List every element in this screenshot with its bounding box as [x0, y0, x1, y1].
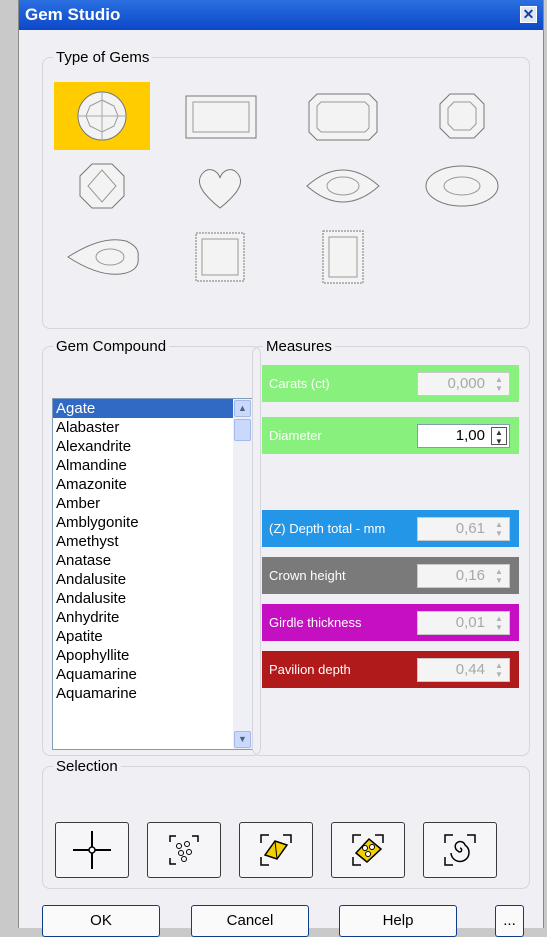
- crosshair-select-button[interactable]: [55, 822, 129, 878]
- single-gem-select-button[interactable]: [239, 822, 313, 878]
- measure-label: Diameter: [269, 428, 322, 443]
- measure-spinbox: 0,44 ▲ ▼: [417, 658, 510, 682]
- more-button[interactable]: ...: [495, 905, 524, 937]
- gem-type-pear[interactable]: [54, 223, 150, 291]
- list-item[interactable]: Apophyllite: [53, 646, 252, 665]
- list-scrollbar[interactable]: ▲ ▼: [233, 399, 252, 749]
- spiral-select-button[interactable]: [423, 822, 497, 878]
- gem-type-radiant-rectangle[interactable]: [295, 223, 391, 291]
- gem-compound-legend: Gem Compound: [56, 338, 167, 355]
- list-item[interactable]: Agate: [53, 399, 252, 418]
- list-item[interactable]: Amazonite: [53, 475, 252, 494]
- ok-button[interactable]: OK: [42, 905, 160, 937]
- measure-row-3: Crown height 0,16 ▲ ▼: [262, 557, 519, 594]
- spiral-select-icon: [444, 834, 476, 866]
- spin-arrows-icon: ▲ ▼: [495, 614, 503, 632]
- radiant-rectangle-gem-icon: [322, 230, 364, 284]
- title-bar: Gem Studio ✕: [19, 0, 543, 30]
- spin-arrows-icon: ▲ ▼: [495, 661, 503, 679]
- marquise-gem-icon: [306, 169, 380, 203]
- measure-spinbox: 0,61 ▲ ▼: [417, 517, 510, 541]
- heart-gem-icon: [198, 169, 242, 209]
- measure-label: Girdle thickness: [269, 615, 362, 630]
- list-item[interactable]: Anatase: [53, 551, 252, 570]
- measure-label: (Z) Depth total - mm: [269, 521, 386, 536]
- measures-legend: Measures: [266, 338, 332, 355]
- close-icon[interactable]: ✕: [520, 6, 537, 23]
- gem-type-octagon-emerald-cut[interactable]: [295, 82, 391, 150]
- octagon-emerald-cut-gem-icon: [308, 93, 378, 141]
- round-gem-icon: [77, 91, 127, 141]
- measure-row-0: Carats (ct) 0,000 ▲ ▼: [262, 365, 519, 402]
- measure-row-2: (Z) Depth total - mm 0,61 ▲ ▼: [262, 510, 519, 547]
- measure-value: 0,61: [455, 520, 485, 537]
- octagon-brilliant-gem-icon: [79, 163, 125, 209]
- gem-type-round[interactable]: [54, 82, 150, 150]
- pear-gem-icon: [67, 239, 139, 275]
- emerald-cut-rectangle-gem-icon: [185, 95, 257, 139]
- measure-spinbox: 0,000 ▲ ▼: [417, 372, 510, 396]
- measure-value: 0,01: [455, 614, 485, 631]
- princess-square-gem-icon: [195, 232, 245, 282]
- spin-arrows-icon[interactable]: ▲ ▼: [491, 427, 507, 446]
- list-item[interactable]: Alexandrite: [53, 437, 252, 456]
- measure-value[interactable]: 1,00: [456, 425, 485, 447]
- scroll-thumb[interactable]: [234, 419, 251, 441]
- cancel-button[interactable]: Cancel: [191, 905, 309, 937]
- list-item[interactable]: Alabaster: [53, 418, 252, 437]
- spin-arrows-icon: ▲ ▼: [495, 375, 503, 393]
- compound-listbox[interactable]: Agate Alabaster Alexandrite Almandine Amazon…: [52, 398, 253, 750]
- measure-value: 0,44: [455, 661, 485, 678]
- list-item[interactable]: Amber: [53, 494, 252, 513]
- chevron-down-icon[interactable]: ▼: [234, 731, 251, 748]
- asscher-octagon-gem-icon: [439, 93, 485, 139]
- measure-label: Pavilion depth: [269, 662, 351, 677]
- list-item[interactable]: Amblygonite: [53, 513, 252, 532]
- scatter-dots-select-icon: [169, 835, 199, 865]
- list-item[interactable]: Apatite: [53, 627, 252, 646]
- measure-row-5: Pavilion depth 0,44 ▲ ▼: [262, 651, 519, 688]
- window-title: Gem Studio: [25, 5, 121, 24]
- list-item[interactable]: Aquamarine: [53, 684, 252, 703]
- gem-type-heart[interactable]: [172, 152, 268, 220]
- measure-spinbox: 0,16 ▲ ▼: [417, 564, 510, 588]
- single-gem-select-icon: [260, 834, 292, 866]
- gem-studio-window: Gem Studio ✕ Type of Gems Gem Compound A…: [18, 0, 544, 937]
- help-button[interactable]: Help: [339, 905, 457, 937]
- gem-type-legend: Type of Gems: [56, 49, 150, 66]
- multi-gem-select-icon: [352, 834, 384, 866]
- gem-type-asscher-octagon[interactable]: [414, 82, 510, 150]
- list-item[interactable]: Anhydrite: [53, 608, 252, 627]
- crosshair-select-icon: [73, 831, 111, 869]
- chevron-up-icon[interactable]: ▲: [234, 400, 251, 417]
- gem-type-princess-square[interactable]: [172, 223, 268, 291]
- measure-value: 0,000: [447, 375, 485, 392]
- gem-type-emerald-cut-rectangle[interactable]: [172, 82, 268, 150]
- measure-spinbox[interactable]: 1,00 ▲ ▼: [417, 424, 510, 448]
- scatter-select-button[interactable]: [147, 822, 221, 878]
- list-item[interactable]: Andalusite: [53, 570, 252, 589]
- list-item[interactable]: Almandine: [53, 456, 252, 475]
- dialog-body: Type of Gems Gem Compound Agate Alabaster…: [19, 30, 543, 937]
- gem-type-marquise[interactable]: [295, 152, 391, 220]
- measure-row-4: Girdle thickness 0,01 ▲ ▼: [262, 604, 519, 641]
- spin-arrows-icon: ▲ ▼: [495, 567, 503, 585]
- measure-value: 0,16: [455, 567, 485, 584]
- multi-gem-select-button[interactable]: [331, 822, 405, 878]
- list-item[interactable]: Andalusite: [53, 589, 252, 608]
- oval-gem-icon: [425, 165, 499, 207]
- measure-spinbox: 0,01 ▲ ▼: [417, 611, 510, 635]
- gem-type-octagon-brilliant[interactable]: [54, 152, 150, 220]
- gem-type-oval[interactable]: [414, 152, 510, 220]
- measure-row-1: Diameter 1,00 ▲ ▼: [262, 417, 519, 454]
- list-item[interactable]: Aquamarine: [53, 665, 252, 684]
- measure-label: Carats (ct): [269, 376, 330, 391]
- list-item[interactable]: Amethyst: [53, 532, 252, 551]
- spin-arrows-icon: ▲ ▼: [495, 520, 503, 538]
- measure-label: Crown height: [269, 568, 346, 583]
- selection-legend: Selection: [56, 758, 118, 775]
